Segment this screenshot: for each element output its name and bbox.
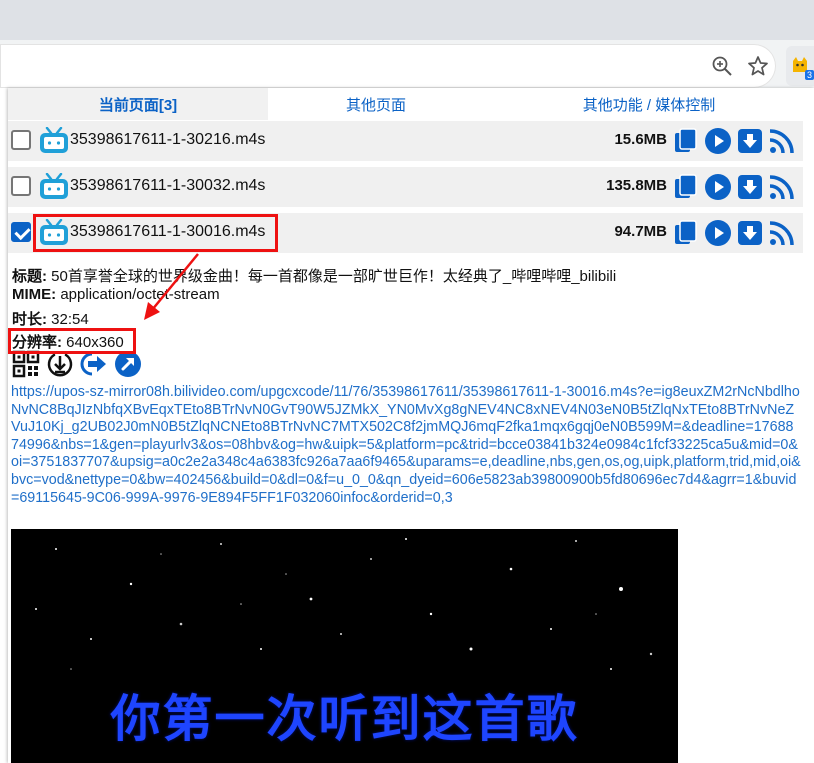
qr-code-icon[interactable] — [12, 350, 40, 378]
annotation-box-filename — [33, 214, 278, 252]
extension-popup: 当前页面[3] 其他页面 其他功能 / 媒体控制 35398617611-1-3… — [8, 88, 814, 763]
browser-tab-strip — [0, 0, 814, 40]
duration-value: 32:54 — [51, 311, 89, 328]
download-icon[interactable] — [736, 127, 764, 155]
file-size: 94.7MB — [614, 223, 667, 240]
annotation-arrow-icon — [144, 253, 199, 320]
annotation-box-resolution — [8, 328, 136, 354]
zoom-icon[interactable] — [710, 54, 734, 78]
tab-current-page[interactable]: 当前页面[3] — [8, 88, 268, 120]
file-checkbox-checked[interactable] — [11, 222, 31, 242]
file-row[interactable]: 35398617611-1-30032.m4s 135.8MB — [8, 167, 803, 207]
download-circle-icon[interactable] — [46, 350, 74, 378]
file-checkbox[interactable] — [11, 176, 31, 196]
mime-label: MIME: — [12, 286, 57, 303]
bilibili-tv-icon — [40, 127, 68, 153]
page-background — [0, 88, 8, 763]
video-preview[interactable]: 你第一次听到这首歌 — [11, 529, 678, 763]
file-size: 135.8MB — [606, 177, 667, 194]
tab-other-pages[interactable]: 其他页面 — [268, 88, 484, 120]
play-icon[interactable] — [704, 219, 732, 247]
send-to-icon[interactable] — [80, 350, 108, 378]
open-link-icon[interactable] — [114, 350, 142, 378]
extension-button[interactable]: 3 — [786, 46, 814, 86]
cast-stream-icon[interactable] — [768, 173, 796, 201]
duration-line: 时长: 32:54 — [12, 308, 89, 329]
play-icon[interactable] — [704, 127, 732, 155]
video-caption: 你第一次听到这首歌 — [110, 691, 579, 747]
download-icon[interactable] — [736, 219, 764, 247]
media-tools — [12, 350, 142, 378]
file-row[interactable]: 35398617611-1-30216.m4s 15.6MB — [8, 121, 803, 161]
file-size: 15.6MB — [614, 131, 667, 148]
bilibili-tv-icon — [40, 173, 68, 199]
file-name[interactable]: 35398617611-1-30032.m4s — [70, 177, 265, 195]
extension-badge: 3 — [804, 70, 814, 80]
download-icon[interactable] — [736, 173, 764, 201]
cast-stream-icon[interactable] — [768, 127, 796, 155]
bookmark-star-icon[interactable] — [746, 54, 770, 78]
media-url-link[interactable]: https://upos-sz-mirror08h.bilivideo.com/… — [11, 384, 801, 507]
popup-tabs: 当前页面[3] 其他页面 其他功能 / 媒体控制 — [8, 88, 814, 120]
file-checkbox[interactable] — [11, 130, 31, 150]
copy-icon[interactable] — [672, 219, 700, 247]
address-bar[interactable] — [0, 44, 776, 88]
file-name[interactable]: 35398617611-1-30216.m4s — [70, 131, 265, 149]
copy-icon[interactable] — [672, 127, 700, 155]
cast-stream-icon[interactable] — [768, 219, 796, 247]
tab-other-functions[interactable]: 其他功能 / 媒体控制 — [484, 88, 814, 120]
title-label: 标题: — [12, 268, 47, 285]
copy-icon[interactable] — [672, 173, 700, 201]
duration-label: 时长: — [12, 311, 47, 328]
title-line: 标题: 50首享誉全球的世界级金曲！每一首都像是一部旷世巨作！太经典了_哔哩哔哩… — [12, 265, 616, 286]
play-icon[interactable] — [704, 173, 732, 201]
